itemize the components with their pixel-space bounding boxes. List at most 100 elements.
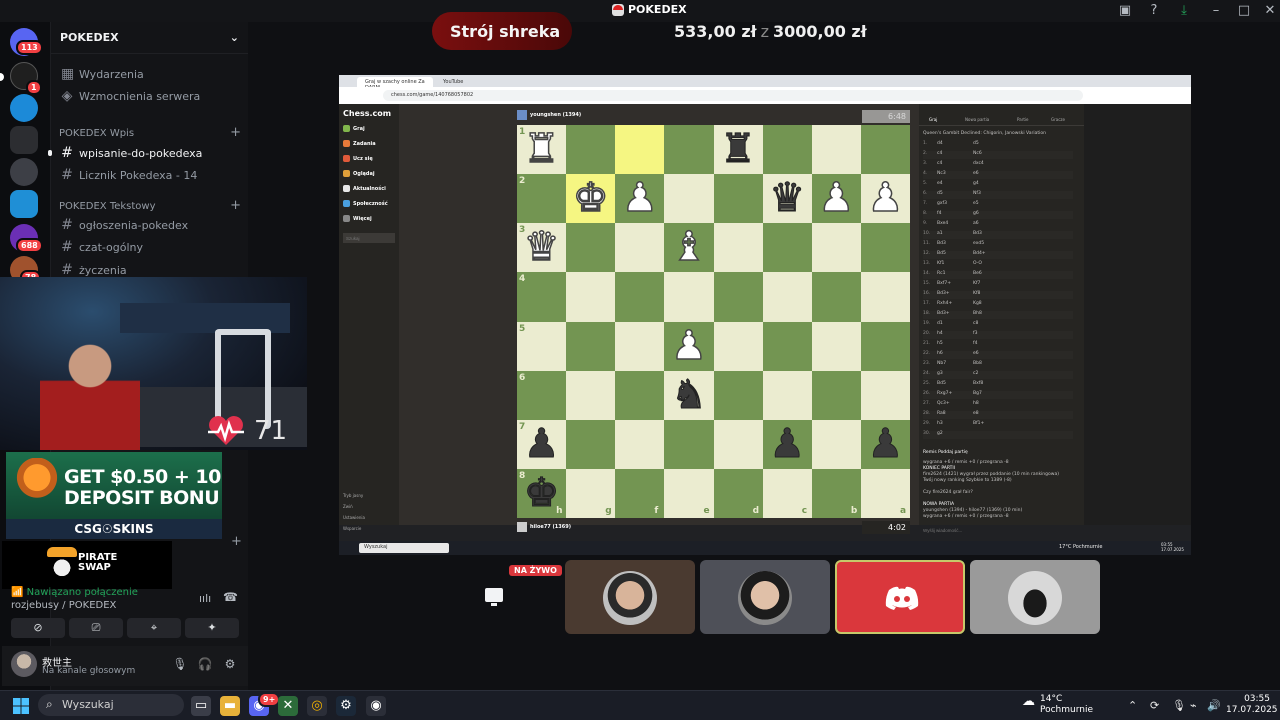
- board-square[interactable]: [664, 125, 714, 175]
- move-san[interactable]: f3: [973, 331, 977, 336]
- board-square[interactable]: [664, 272, 714, 322]
- taskbar-search[interactable]: ⌕ Wyszukaj: [38, 694, 184, 716]
- channel-item[interactable]: # Licznik Pokedexa - 14: [59, 165, 241, 185]
- board-square[interactable]: [713, 272, 763, 322]
- move-san[interactable]: Bh8: [973, 311, 982, 316]
- move-san[interactable]: a1: [937, 231, 943, 236]
- footer-link[interactable]: Ustawienia: [343, 515, 365, 520]
- move-san[interactable]: h5: [937, 341, 943, 346]
- move-san[interactable]: Nb7: [937, 361, 946, 366]
- chat-input[interactable]: [923, 525, 1063, 535]
- chevron-up-icon[interactable]: ⌃: [1128, 699, 1137, 712]
- board-square[interactable]: [811, 272, 861, 322]
- board-square[interactable]: [713, 419, 763, 469]
- move-san[interactable]: e5: [973, 201, 979, 206]
- board-square[interactable]: [811, 321, 861, 371]
- move-san[interactable]: c2: [973, 371, 978, 376]
- move-san[interactable]: Nc3: [937, 171, 946, 176]
- black-pawn-icon[interactable]: ♟: [861, 420, 910, 469]
- move-row[interactable]: 15. Bxf7+ Kf7: [923, 281, 1073, 289]
- board-square[interactable]: [811, 419, 861, 469]
- move-row[interactable]: 5. e4 g4: [923, 181, 1073, 189]
- move-san[interactable]: d4: [937, 141, 943, 146]
- participant-tile[interactable]: [565, 560, 695, 634]
- chess-logo[interactable]: Chess.com: [343, 109, 391, 118]
- move-san[interactable]: d5: [973, 141, 979, 146]
- move-row[interactable]: 28. Ra8 e8: [923, 411, 1073, 419]
- black-rook-icon[interactable]: ♜: [714, 125, 763, 174]
- right-tab[interactable]: Gracze: [1051, 117, 1065, 122]
- move-san[interactable]: Kf8: [973, 291, 980, 296]
- board-square[interactable]: [615, 370, 665, 420]
- events-item[interactable]: ▦ Wydarzenia: [59, 64, 241, 84]
- move-san[interactable]: Rxg7+: [937, 391, 952, 396]
- move-san[interactable]: Rc1: [937, 271, 945, 276]
- noise-suppression-icon[interactable]: ıılı: [199, 592, 211, 605]
- plus-icon[interactable]: +: [230, 199, 241, 212]
- move-row[interactable]: 25. Bd5 Bxf8: [923, 381, 1073, 389]
- black-knight-icon[interactable]: ♞: [664, 371, 713, 420]
- move-san[interactable]: Bxe4: [937, 221, 948, 226]
- footer-link[interactable]: Zwiń: [343, 504, 353, 509]
- move-san[interactable]: c4: [937, 161, 942, 166]
- taskbar-clock[interactable]: 03:55 17.07.2025: [1226, 694, 1278, 716]
- chess-search-input[interactable]: [343, 233, 395, 243]
- move-san[interactable]: gxf3: [937, 201, 947, 206]
- black-queen-icon[interactable]: ♛: [763, 174, 812, 223]
- url-field[interactable]: chess.com/game/140768057802: [383, 90, 1083, 101]
- move-row[interactable]: 10. a1 Bd3: [923, 231, 1073, 239]
- move-row[interactable]: 6. d5 Nf3: [923, 191, 1073, 199]
- board-square[interactable]: [762, 321, 812, 371]
- black-pawn-icon[interactable]: ♟: [763, 420, 812, 469]
- chess-nav-item[interactable]: Graj: [343, 125, 365, 132]
- move-san[interactable]: Rxh4+: [937, 301, 952, 306]
- xbox-icon[interactable]: ✕: [278, 696, 298, 716]
- right-tab[interactable]: Graj: [929, 117, 937, 122]
- boosts-item[interactable]: ◈ Wzmocnienia serwera: [59, 86, 241, 106]
- move-san[interactable]: Ra8: [937, 411, 946, 416]
- move-san[interactable]: Nc6: [973, 151, 982, 156]
- board-square[interactable]: [664, 174, 714, 224]
- move-san[interactable]: Bxf8: [973, 381, 983, 386]
- move-san[interactable]: Bd3: [973, 231, 982, 236]
- move-san[interactable]: Bd4+: [973, 251, 986, 256]
- move-san[interactable]: Kf1: [937, 261, 944, 266]
- board-square[interactable]: [615, 321, 665, 371]
- camera-off-button[interactable]: ⊘: [11, 618, 65, 638]
- move-row[interactable]: 29. h3 Bf1+: [923, 421, 1073, 429]
- activity-button[interactable]: ⌖: [127, 618, 181, 638]
- move-san[interactable]: Qc3+: [937, 401, 950, 406]
- move-san[interactable]: Be6: [973, 271, 982, 276]
- steam-icon[interactable]: ⚙: [336, 696, 356, 716]
- plus-icon[interactable]: +: [230, 126, 241, 139]
- move-san[interactable]: Bf1+: [973, 421, 984, 426]
- close-icon[interactable]: ✕: [1262, 3, 1278, 19]
- help-icon[interactable]: ?: [1146, 3, 1162, 19]
- move-row[interactable]: 13. Kf1 O-O: [923, 261, 1073, 269]
- move-san[interactable]: Bd5: [937, 251, 946, 256]
- move-row[interactable]: 3. c4 dxc4: [923, 161, 1073, 169]
- gear-icon[interactable]: ⚙: [222, 656, 238, 672]
- move-san[interactable]: a6: [973, 221, 979, 226]
- move-san[interactable]: g3: [937, 371, 943, 376]
- board-square[interactable]: [615, 125, 665, 175]
- move-san[interactable]: Nf3: [973, 191, 981, 196]
- move-san[interactable]: dxc4: [973, 161, 984, 166]
- move-row[interactable]: 12. Bd5 Bd4+: [923, 251, 1073, 259]
- white-bishop-icon[interactable]: ♝: [664, 223, 713, 272]
- white-king-icon[interactable]: ♚: [566, 174, 615, 223]
- screen-share[interactable]: Graj w szachy online Za DARM... YouTube …: [339, 75, 1191, 555]
- server-header[interactable]: POKEDEX ⌄: [51, 22, 248, 54]
- move-san[interactable]: Bd5: [937, 381, 946, 386]
- move-san[interactable]: g4: [973, 181, 979, 186]
- move-san[interactable]: Bd3+: [937, 311, 950, 316]
- channel-item[interactable]: # ogłoszenia-pokedex: [59, 215, 241, 235]
- disconnect-icon[interactable]: ☎: [223, 590, 238, 604]
- server-icon-gear[interactable]: [10, 94, 38, 122]
- task-view-icon[interactable]: ▭: [191, 696, 211, 716]
- move-row[interactable]: 27. Qc3+ h8: [923, 401, 1073, 409]
- chess-nav-item[interactable]: Ucz się: [343, 155, 373, 162]
- channel-item[interactable]: # czat-ogólny: [59, 237, 241, 257]
- move-san[interactable]: O-O: [973, 261, 982, 266]
- obs-icon[interactable]: ◉: [366, 696, 386, 716]
